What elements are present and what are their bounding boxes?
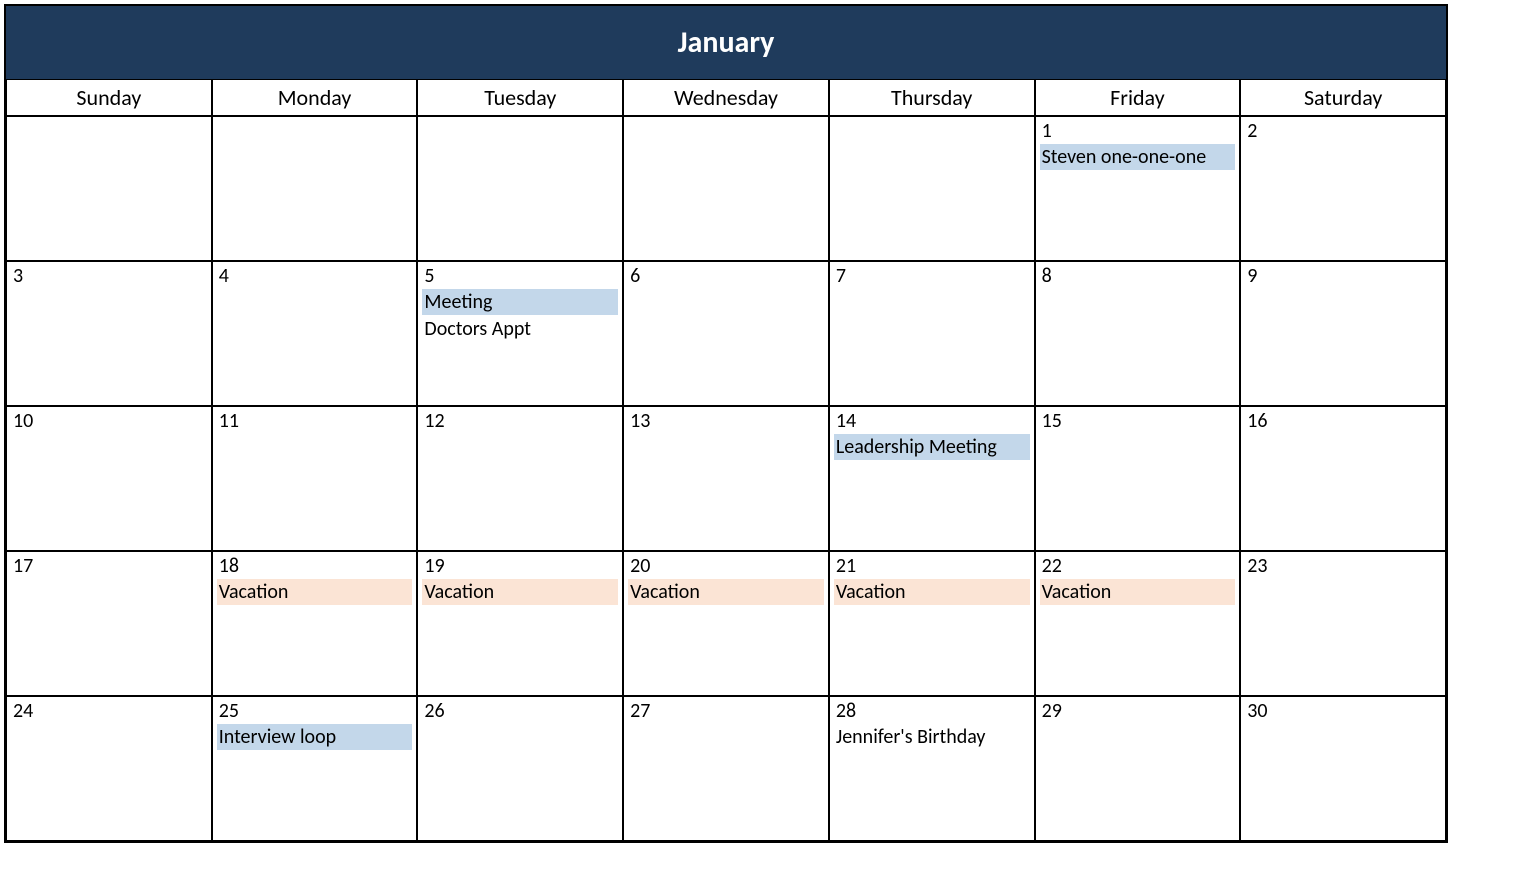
calendar-event[interactable]: Interview loop xyxy=(217,724,413,750)
day-cell[interactable]: 30 xyxy=(1240,696,1446,841)
day-cell[interactable]: 15 xyxy=(1035,406,1241,551)
day-header-thursday: Thursday xyxy=(829,79,1035,116)
calendar-event[interactable]: Vacation xyxy=(422,579,618,605)
week-row: 3 4 5 Meeting Doctors Appt 6 7 8 9 xyxy=(6,261,1446,406)
day-cell[interactable]: 10 xyxy=(6,406,212,551)
day-number: 10 xyxy=(11,409,207,433)
day-cell[interactable]: 12 xyxy=(417,406,623,551)
day-cell[interactable]: 19 Vacation xyxy=(417,551,623,696)
day-number: 5 xyxy=(422,264,618,288)
day-cell[interactable]: 17 xyxy=(6,551,212,696)
day-number: 2 xyxy=(1245,119,1441,143)
day-number: 7 xyxy=(834,264,1030,288)
day-cell[interactable]: 7 xyxy=(829,261,1035,406)
day-number: 19 xyxy=(422,554,618,578)
day-cell[interactable] xyxy=(6,116,212,261)
calendar-event[interactable]: Vacation xyxy=(217,579,413,605)
day-number: 29 xyxy=(1040,699,1236,723)
day-cell[interactable] xyxy=(623,116,829,261)
week-row: 24 25 Interview loop 26 27 28 Jennifer's… xyxy=(6,696,1446,841)
day-cell[interactable]: 3 xyxy=(6,261,212,406)
day-header-sunday: Sunday xyxy=(6,79,212,116)
day-cell[interactable]: 16 xyxy=(1240,406,1446,551)
day-number: 26 xyxy=(422,699,618,723)
day-header-monday: Monday xyxy=(212,79,418,116)
day-number: 20 xyxy=(628,554,824,578)
day-cell[interactable]: 23 xyxy=(1240,551,1446,696)
day-cell[interactable]: 26 xyxy=(417,696,623,841)
day-number: 13 xyxy=(628,409,824,433)
day-header-saturday: Saturday xyxy=(1240,79,1446,116)
day-header-wednesday: Wednesday xyxy=(623,79,829,116)
day-number: 30 xyxy=(1245,699,1441,723)
day-number: 24 xyxy=(11,699,207,723)
day-cell[interactable]: 29 xyxy=(1035,696,1241,841)
day-cell[interactable] xyxy=(212,116,418,261)
day-number: 12 xyxy=(422,409,618,433)
week-row: 10 11 12 13 14 Leadership Meeting 15 16 xyxy=(6,406,1446,551)
day-cell[interactable]: 20 Vacation xyxy=(623,551,829,696)
day-cell[interactable]: 9 xyxy=(1240,261,1446,406)
calendar: January Sunday Monday Tuesday Wednesday … xyxy=(4,4,1448,843)
day-number: 18 xyxy=(217,554,413,578)
day-number: 28 xyxy=(834,699,1030,723)
day-cell[interactable]: 2 xyxy=(1240,116,1446,261)
calendar-event[interactable]: Jennifer's Birthday xyxy=(834,724,1030,750)
day-cell[interactable]: 8 xyxy=(1035,261,1241,406)
calendar-event[interactable]: Steven one-one-one xyxy=(1040,144,1236,170)
day-number: 27 xyxy=(628,699,824,723)
day-number: 22 xyxy=(1040,554,1236,578)
day-number: 11 xyxy=(217,409,413,433)
day-cell[interactable]: 11 xyxy=(212,406,418,551)
day-header-friday: Friday xyxy=(1035,79,1241,116)
day-cell[interactable] xyxy=(417,116,623,261)
day-cell[interactable]: 18 Vacation xyxy=(212,551,418,696)
day-number: 16 xyxy=(1245,409,1441,433)
day-cell[interactable] xyxy=(829,116,1035,261)
calendar-event[interactable]: Vacation xyxy=(834,579,1030,605)
day-number: 1 xyxy=(1040,119,1236,143)
day-number: 21 xyxy=(834,554,1030,578)
day-cell[interactable]: 13 xyxy=(623,406,829,551)
day-cell[interactable]: 21 Vacation xyxy=(829,551,1035,696)
day-cell[interactable]: 14 Leadership Meeting xyxy=(829,406,1035,551)
week-row: 1 Steven one-one-one 2 xyxy=(6,116,1446,261)
day-number: 25 xyxy=(217,699,413,723)
day-number: 17 xyxy=(11,554,207,578)
calendar-event[interactable]: Leadership Meeting xyxy=(834,434,1030,460)
day-cell[interactable]: 22 Vacation xyxy=(1035,551,1241,696)
day-number: 4 xyxy=(217,264,413,288)
calendar-event[interactable]: Doctors Appt xyxy=(422,316,618,342)
day-cell[interactable]: 1 Steven one-one-one xyxy=(1035,116,1241,261)
calendar-event[interactable]: Meeting xyxy=(422,289,618,315)
day-cell[interactable]: 28 Jennifer's Birthday xyxy=(829,696,1035,841)
day-headers-row: Sunday Monday Tuesday Wednesday Thursday… xyxy=(6,79,1446,116)
calendar-event[interactable]: Vacation xyxy=(628,579,824,605)
day-cell[interactable]: 27 xyxy=(623,696,829,841)
day-number: 8 xyxy=(1040,264,1236,288)
day-number: 15 xyxy=(1040,409,1236,433)
day-number: 9 xyxy=(1245,264,1441,288)
calendar-grid: 1 Steven one-one-one 2 3 4 5 Meeting Doc… xyxy=(6,116,1446,841)
day-cell[interactable]: 5 Meeting Doctors Appt xyxy=(417,261,623,406)
day-number: 3 xyxy=(11,264,207,288)
day-number: 6 xyxy=(628,264,824,288)
calendar-event[interactable]: Vacation xyxy=(1040,579,1236,605)
day-cell[interactable]: 24 xyxy=(6,696,212,841)
week-row: 17 18 Vacation 19 Vacation 20 Vacation 2… xyxy=(6,551,1446,696)
day-cell[interactable]: 4 xyxy=(212,261,418,406)
day-header-tuesday: Tuesday xyxy=(417,79,623,116)
day-number: 14 xyxy=(834,409,1030,433)
day-cell[interactable]: 6 xyxy=(623,261,829,406)
day-cell[interactable]: 25 Interview loop xyxy=(212,696,418,841)
day-number: 23 xyxy=(1245,554,1441,578)
month-title: January xyxy=(6,6,1446,79)
